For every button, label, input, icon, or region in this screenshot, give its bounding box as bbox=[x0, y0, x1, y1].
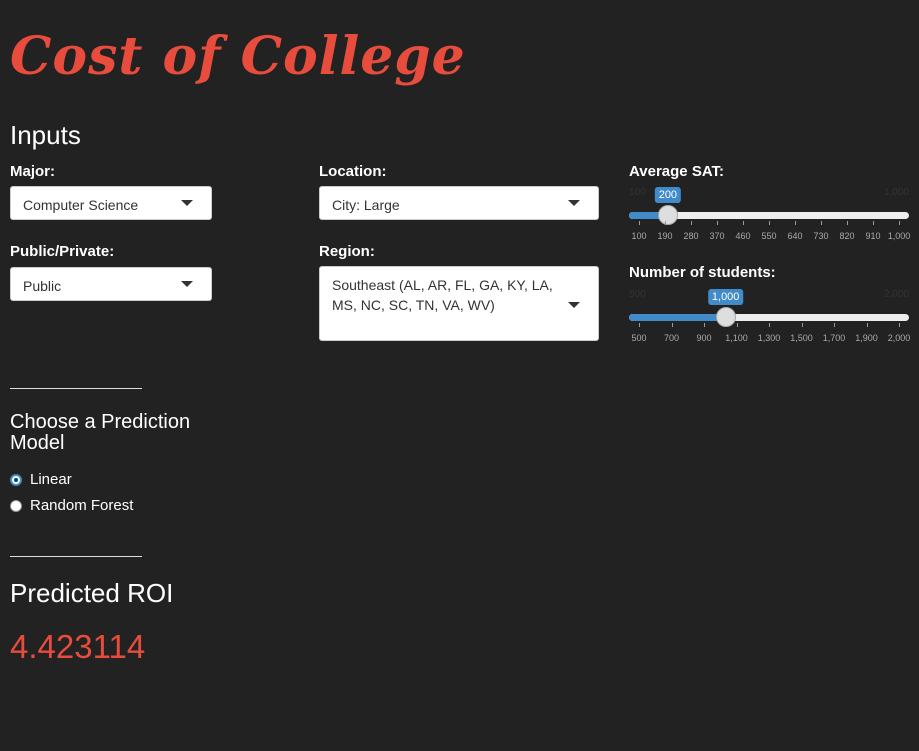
model-heading: Choose a Prediction Model bbox=[10, 411, 191, 454]
roi-value: 4.423114 bbox=[10, 628, 146, 665]
location-select[interactable]: City: Large bbox=[319, 186, 599, 220]
slider-tick-label: 900 bbox=[696, 333, 712, 343]
slider-tick-label: 1,500 bbox=[790, 333, 813, 343]
slider-tick-labels: 100 190 280 370 460 550 640 730 820 910 1,000 bbox=[631, 231, 910, 243]
radio-button[interactable] bbox=[10, 499, 22, 512]
region-label: Region: bbox=[319, 243, 375, 260]
slider-tick bbox=[769, 221, 770, 225]
slider-tick bbox=[899, 221, 900, 225]
public-private-label: Public/Private: bbox=[10, 243, 115, 260]
radio-label: Linear bbox=[30, 471, 72, 488]
slider-tick-label: 500 bbox=[631, 333, 647, 343]
major-label: Major: bbox=[10, 163, 55, 180]
slider-tick-label: 910 bbox=[865, 231, 881, 241]
slider-tick-label: 190 bbox=[657, 231, 673, 241]
region-select[interactable]: Southeast (AL, AR, FL, GA, KY, LA, MS, N… bbox=[319, 266, 599, 341]
slider-tick bbox=[821, 221, 822, 225]
slider-tick bbox=[736, 323, 738, 327]
inputs-heading: Inputs bbox=[10, 120, 81, 150]
avg-sat-label: Average SAT: bbox=[629, 163, 725, 180]
slider-ticks bbox=[639, 221, 900, 227]
slider-ticks bbox=[639, 323, 900, 329]
radio-linear[interactable]: Linear bbox=[10, 471, 72, 488]
divider bbox=[10, 388, 142, 389]
slider-tick-label: 550 bbox=[761, 231, 777, 241]
chevron-down-icon bbox=[181, 281, 193, 287]
slider-tick-label: 460 bbox=[735, 231, 751, 241]
num-students-slider[interactable]: 500 2,000 1,000 500 700 900 1,100 1,300 1,500… bbox=[629, 289, 910, 347]
radio-label: Random Forest bbox=[30, 497, 134, 514]
divider bbox=[10, 556, 142, 557]
slider-tick-label: 100 bbox=[631, 231, 647, 241]
num-students-label: Number of students: bbox=[629, 264, 776, 281]
slider-max-label: 1,000 bbox=[883, 187, 909, 198]
slider-tick bbox=[691, 221, 692, 225]
slider-tick bbox=[743, 221, 744, 225]
slider-min-label: 100 bbox=[629, 187, 646, 198]
slider-tick bbox=[899, 323, 900, 327]
major-select[interactable]: Computer Science bbox=[10, 186, 212, 220]
slider-value-bubble: 1,000 bbox=[707, 289, 744, 305]
radio-button[interactable] bbox=[10, 473, 22, 486]
slider-tick-label: 370 bbox=[709, 231, 725, 241]
app-title: Cost of College bbox=[10, 26, 466, 87]
slider-fill bbox=[629, 314, 726, 321]
slider-tick-label: 1,100 bbox=[725, 333, 748, 343]
slider-tick-label: 1,700 bbox=[822, 333, 846, 343]
slider-tick bbox=[769, 323, 770, 327]
slider-tick-label: 1,900 bbox=[855, 333, 878, 343]
avg-sat-slider[interactable]: 100 1,000 200 100 190 280 370 460 550 640 730 82… bbox=[629, 187, 910, 245]
slider-tick-label: 1,300 bbox=[757, 333, 781, 343]
radio-random-forest[interactable]: Random Forest bbox=[10, 497, 133, 514]
slider-tick-label: 820 bbox=[839, 231, 855, 241]
slider-tick bbox=[801, 323, 803, 327]
location-label: Location: bbox=[319, 163, 387, 180]
slider-tick bbox=[704, 323, 705, 327]
slider-tick-label: 700 bbox=[663, 333, 680, 343]
slider-tick bbox=[834, 323, 835, 327]
major-value: Computer Science bbox=[23, 197, 139, 213]
chevron-down-icon bbox=[181, 200, 193, 206]
slider-tick-label: 730 bbox=[813, 231, 829, 241]
chevron-down-icon bbox=[568, 200, 580, 206]
region-value: Southeast (AL, AR, FL, GA, KY, LA, MS, N… bbox=[332, 277, 553, 313]
slider-tick-label: 1,000 bbox=[887, 231, 911, 241]
slider-tick bbox=[665, 221, 666, 225]
slider-tick bbox=[717, 221, 718, 225]
slider-tick-labels: 500 700 900 1,100 1,300 1,500 1,700 1,900 2,000 bbox=[631, 333, 910, 345]
location-value: City: Large bbox=[332, 197, 400, 213]
slider-tick bbox=[847, 221, 848, 225]
result-heading: Predicted ROI bbox=[10, 578, 174, 608]
slider-tick bbox=[866, 323, 868, 327]
chevron-down-icon bbox=[568, 302, 580, 308]
slider-tick-label: 640 bbox=[787, 231, 803, 241]
slider-value-bubble: 200 bbox=[654, 187, 682, 203]
public-private-select[interactable]: Public bbox=[10, 267, 212, 301]
slider-tick bbox=[639, 323, 640, 327]
public-private-value: Public bbox=[23, 278, 62, 294]
slider-tick bbox=[671, 323, 673, 327]
slider-tick bbox=[873, 221, 874, 225]
slider-tick bbox=[795, 221, 796, 225]
slider-tick bbox=[639, 221, 640, 225]
slider-tick-label: 280 bbox=[683, 231, 699, 241]
slider-tick-label: 2,000 bbox=[887, 333, 911, 343]
slider-min-label: 500 bbox=[629, 289, 646, 300]
slider-max-label: 2,000 bbox=[883, 289, 909, 300]
